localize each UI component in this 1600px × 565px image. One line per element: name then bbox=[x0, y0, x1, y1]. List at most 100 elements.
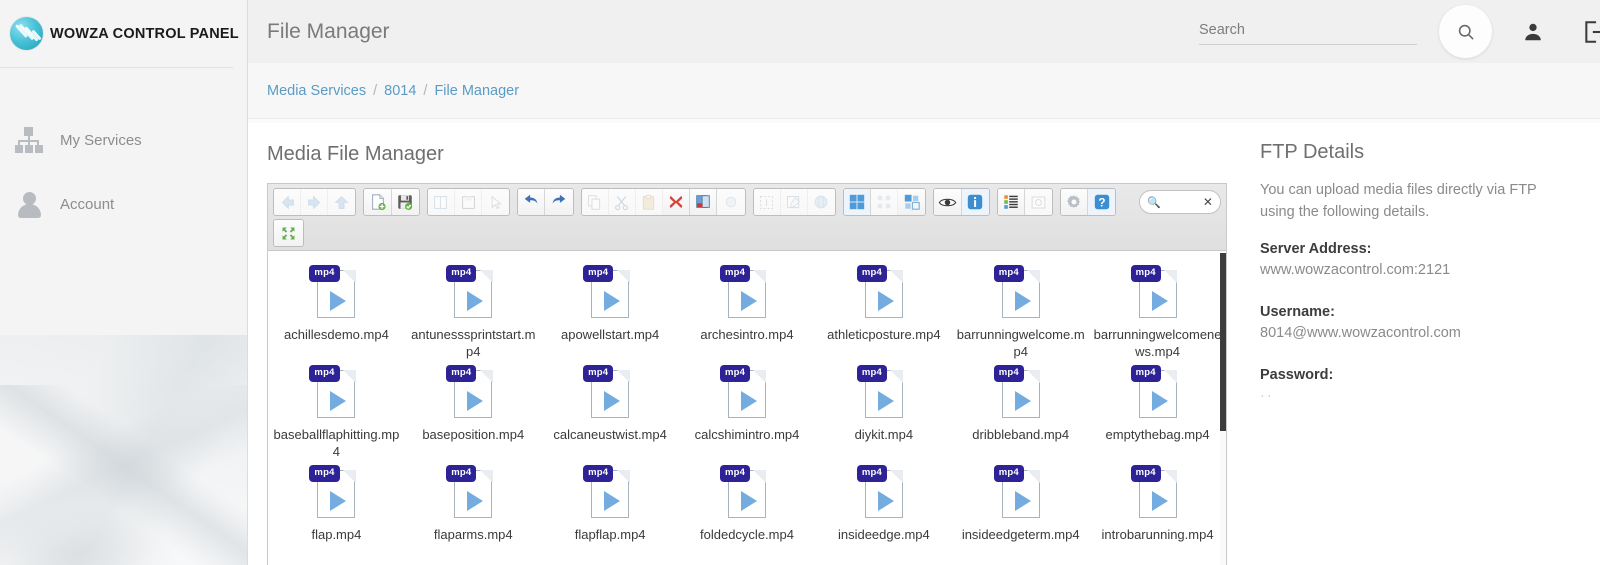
file-item[interactable]: mp4 barrunningwelcomenews.mp4 bbox=[1089, 265, 1226, 365]
file-item[interactable]: mp4 diykit.mp4 bbox=[815, 365, 952, 465]
settings-button[interactable] bbox=[1061, 189, 1089, 215]
file-item[interactable]: mp4 flap.mp4 bbox=[268, 465, 405, 565]
sidebar-nav: My Services Account bbox=[0, 68, 247, 236]
mp4-file-icon: mp4 bbox=[1130, 465, 1181, 521]
file-name-label: insideedgeterm.mp4 bbox=[961, 527, 1080, 542]
cut-button[interactable] bbox=[608, 189, 636, 215]
search-field-wrapper bbox=[1199, 18, 1417, 45]
search-button[interactable] bbox=[1439, 5, 1492, 58]
file-item[interactable]: mp4 achillesdemo.mp4 bbox=[268, 265, 405, 365]
select-button[interactable] bbox=[482, 189, 510, 215]
file-item[interactable]: mp4 athleticposture.mp4 bbox=[815, 265, 952, 365]
file-fold-corner bbox=[1164, 269, 1178, 283]
file-name-label: calcaneustwist.mp4 bbox=[553, 427, 667, 442]
file-fold-corner bbox=[1164, 469, 1178, 483]
save-as-button[interactable] bbox=[454, 189, 483, 215]
file-item[interactable]: mp4 apowellstart.mp4 bbox=[542, 265, 679, 365]
play-triangle-icon bbox=[1151, 491, 1168, 511]
file-item[interactable]: mp4 flaparms.mp4 bbox=[405, 465, 542, 565]
small-icons-view-button[interactable] bbox=[871, 189, 899, 215]
sidebar-item-label: My Services bbox=[60, 131, 142, 149]
user-account-button[interactable] bbox=[1516, 21, 1550, 43]
file-name-label: archesintro.mp4 bbox=[700, 327, 794, 342]
arrow-up-icon bbox=[334, 195, 349, 209]
play-triangle-icon bbox=[330, 291, 347, 311]
file-item[interactable]: mp4 antunesssprintstart.mp4 bbox=[405, 265, 542, 365]
info-button[interactable] bbox=[961, 189, 989, 215]
breadcrumb-item-8014[interactable]: 8014 bbox=[384, 83, 416, 99]
duplicate-button[interactable] bbox=[717, 189, 745, 215]
file-type-badge: mp4 bbox=[856, 365, 887, 382]
breadcrumb-separator: / bbox=[373, 82, 378, 99]
save-button[interactable] bbox=[391, 189, 419, 215]
file-item[interactable]: mp4 flapflap.mp4 bbox=[542, 465, 679, 565]
back-button[interactable] bbox=[274, 189, 302, 215]
open-button[interactable] bbox=[427, 189, 455, 215]
breadcrumb-item-media-services[interactable]: Media Services bbox=[267, 83, 366, 99]
toolbar-group-open bbox=[426, 188, 511, 216]
up-button[interactable] bbox=[328, 189, 356, 215]
mp4-file-icon: mp4 bbox=[309, 365, 359, 421]
forward-button[interactable] bbox=[301, 189, 329, 215]
close-icon[interactable]: ✕ bbox=[1203, 195, 1213, 209]
file-item[interactable]: mp4 baseposition.mp4 bbox=[405, 365, 542, 465]
details-list-button[interactable] bbox=[997, 189, 1025, 215]
file-item[interactable]: mp4 calcaneustwist.mp4 bbox=[542, 365, 679, 465]
preview-button[interactable] bbox=[934, 189, 962, 215]
file-type-badge: mp4 bbox=[446, 265, 477, 282]
sidebar-item-account[interactable]: Account bbox=[0, 172, 247, 236]
file-item[interactable]: mp4 barrunningwelcome.mp4 bbox=[952, 265, 1089, 365]
select-all-button[interactable] bbox=[753, 189, 781, 215]
rename-icon bbox=[696, 195, 711, 208]
mp4-file-icon: mp4 bbox=[719, 465, 770, 521]
play-triangle-icon bbox=[877, 491, 894, 511]
refresh-button[interactable] bbox=[807, 189, 835, 215]
undo-button[interactable] bbox=[518, 189, 546, 215]
file-item[interactable]: mp4 calcshimintro.mp4 bbox=[679, 365, 816, 465]
file-name-label: insideedge.mp4 bbox=[837, 527, 930, 542]
file-grid: mp4 achillesdemo.mp4 mp4 antunesssprintstar… bbox=[268, 265, 1226, 565]
file-name-label: barrunningwelcome.mp4 bbox=[956, 327, 1085, 359]
copy-button[interactable] bbox=[581, 189, 609, 215]
file-item[interactable]: mp4 archesintro.mp4 bbox=[679, 265, 816, 365]
search-input[interactable] bbox=[1199, 18, 1417, 45]
fullscreen-button[interactable] bbox=[274, 220, 303, 246]
breadcrumb-item-file-manager[interactable]: File Manager bbox=[434, 83, 519, 99]
tiles-view-button[interactable] bbox=[898, 189, 926, 215]
mp4-file-icon: mp4 bbox=[856, 365, 907, 421]
content-panel: Media File Manager ? 🔍 ✕ mp4 achillesdem… bbox=[248, 123, 1600, 565]
help-button[interactable]: ? bbox=[1088, 189, 1116, 215]
play-triangle-icon bbox=[877, 291, 894, 311]
file-item[interactable]: mp4 emptythebag.mp4 bbox=[1089, 365, 1226, 465]
file-type-badge: mp4 bbox=[719, 465, 751, 482]
clipboard-icon bbox=[643, 194, 655, 210]
file-type-badge: mp4 bbox=[1130, 265, 1161, 282]
large-icons-view-button[interactable] bbox=[843, 189, 872, 215]
file-item[interactable]: mp4 foldedcycle.mp4 bbox=[679, 465, 816, 565]
file-list-scrollbar[interactable] bbox=[1220, 251, 1226, 565]
refresh-globe-icon bbox=[815, 195, 828, 209]
ftp-server-value: www.wowzacontrol.com:2121 bbox=[1260, 262, 1451, 278]
thumbnails-button[interactable] bbox=[1024, 189, 1053, 215]
new-file-button[interactable] bbox=[364, 189, 392, 215]
rename-button[interactable] bbox=[690, 189, 718, 215]
play-triangle-icon bbox=[1151, 391, 1168, 411]
file-search-box[interactable]: 🔍 ✕ bbox=[1139, 190, 1221, 214]
logout-button[interactable] bbox=[1578, 19, 1600, 45]
file-item[interactable]: mp4 dribbleband.mp4 bbox=[952, 365, 1089, 465]
file-item[interactable]: mp4 baseballflaphitting.mp4 bbox=[268, 365, 405, 465]
page-title: File Manager bbox=[267, 19, 390, 43]
file-name-label: athleticposture.mp4 bbox=[827, 327, 941, 342]
redo-button[interactable] bbox=[545, 189, 573, 215]
toolbar-group-file bbox=[363, 188, 420, 216]
sidebar-item-my-services[interactable]: My Services bbox=[0, 108, 247, 172]
file-item[interactable]: mp4 insideedgeterm.mp4 bbox=[952, 465, 1089, 565]
brand-header[interactable]: WOWZA CONTROL PANEL bbox=[0, 0, 247, 67]
file-item[interactable]: mp4 introbarunning.mp4 bbox=[1089, 465, 1226, 565]
scrollbar-thumb[interactable] bbox=[1220, 253, 1226, 431]
paste-button[interactable] bbox=[635, 189, 664, 215]
edit-image-button[interactable] bbox=[780, 189, 808, 215]
file-item[interactable]: mp4 insideedge.mp4 bbox=[815, 465, 952, 565]
mp4-file-icon: mp4 bbox=[446, 365, 496, 421]
delete-button[interactable] bbox=[663, 189, 691, 215]
